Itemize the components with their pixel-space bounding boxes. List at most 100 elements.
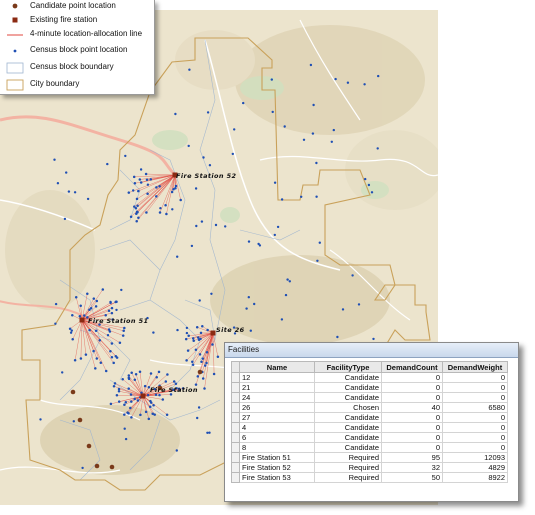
census-point[interactable] [95, 299, 99, 303]
census-point[interactable] [110, 311, 114, 315]
cell-demand-count[interactable]: 32 [381, 462, 443, 473]
census-point[interactable] [312, 103, 315, 107]
row-selector[interactable] [231, 402, 240, 413]
census-point[interactable] [346, 81, 350, 84]
census-point[interactable] [124, 401, 128, 404]
census-point[interactable] [198, 299, 201, 302]
census-point[interactable] [121, 377, 124, 381]
census-point[interactable] [139, 181, 143, 184]
census-point[interactable] [130, 371, 133, 375]
census-point[interactable] [334, 77, 337, 81]
census-point[interactable] [187, 144, 190, 148]
census-point[interactable] [84, 353, 88, 356]
census-point[interactable] [199, 331, 203, 335]
census-point[interactable] [171, 208, 174, 211]
census-point[interactable] [127, 412, 130, 415]
cell-demand-count[interactable]: 0 [381, 372, 443, 383]
census-point[interactable] [133, 182, 137, 185]
facilities-window[interactable]: Facilities Name FacilityType DemandCount… [224, 342, 519, 502]
census-point[interactable] [273, 233, 276, 237]
census-point[interactable] [144, 172, 148, 176]
census-point[interactable] [164, 380, 168, 383]
census-point[interactable] [341, 308, 345, 311]
cell-name[interactable]: 27 [239, 412, 315, 423]
census-point[interactable] [94, 329, 98, 333]
census-point[interactable] [155, 375, 158, 379]
row-selector[interactable] [231, 472, 240, 483]
census-point[interactable] [332, 128, 335, 132]
census-point[interactable] [107, 309, 111, 313]
census-point[interactable] [201, 325, 204, 328]
census-point[interactable] [61, 371, 64, 374]
census-point[interactable] [72, 420, 76, 423]
census-point[interactable] [206, 431, 209, 434]
census-point[interactable] [174, 112, 177, 116]
row-selector[interactable] [231, 422, 240, 433]
census-point[interactable] [376, 147, 379, 150]
census-point[interactable] [74, 295, 78, 299]
row-selector[interactable] [231, 452, 240, 463]
cell-demand-weight[interactable]: 0 [442, 412, 508, 423]
cell-demand-count[interactable]: 0 [381, 392, 443, 403]
census-point[interactable] [194, 348, 198, 352]
table-row[interactable]: 4 Candidate 0 0 [231, 422, 508, 433]
census-point[interactable] [165, 212, 168, 216]
census-point[interactable] [152, 331, 155, 334]
census-point[interactable] [270, 78, 273, 81]
census-point[interactable] [132, 189, 135, 192]
census-point[interactable] [86, 197, 90, 201]
census-point[interactable] [63, 217, 67, 221]
census-point[interactable] [185, 359, 188, 362]
census-point[interactable] [158, 211, 162, 214]
cell-name[interactable]: Fire Station 53 [239, 472, 315, 483]
table-row[interactable]: Fire Station 51 Required 95 12093 [231, 452, 508, 463]
census-point[interactable] [205, 351, 209, 354]
census-point[interactable] [176, 255, 179, 258]
census-point[interactable] [137, 216, 140, 219]
census-point[interactable] [71, 337, 74, 341]
census-point[interactable] [139, 168, 143, 171]
census-point[interactable] [191, 363, 195, 366]
cell-facility-type[interactable]: Required [314, 462, 382, 473]
cell-facility-type[interactable]: Candidate [314, 382, 382, 393]
census-point[interactable] [115, 308, 118, 312]
census-point[interactable] [206, 328, 209, 332]
census-point[interactable] [315, 195, 318, 198]
census-point[interactable] [191, 360, 194, 363]
census-point[interactable] [99, 361, 103, 364]
census-point[interactable] [123, 413, 126, 416]
census-point[interactable] [146, 183, 150, 186]
census-point[interactable] [196, 375, 200, 378]
row-selector-header[interactable] [231, 361, 240, 373]
census-point[interactable] [187, 334, 190, 338]
census-point[interactable] [330, 140, 333, 143]
census-point[interactable] [134, 373, 138, 376]
census-point[interactable] [113, 382, 117, 385]
census-point[interactable] [233, 128, 236, 131]
census-point[interactable] [95, 357, 99, 360]
census-point[interactable] [155, 195, 158, 198]
census-point[interactable] [67, 190, 71, 193]
table-row[interactable]: 12 Candidate 0 0 [231, 372, 508, 383]
cell-demand-weight[interactable]: 6580 [442, 402, 508, 413]
census-point[interactable] [185, 331, 189, 335]
census-point[interactable] [165, 413, 169, 416]
census-point[interactable] [110, 342, 114, 345]
row-selector[interactable] [231, 382, 240, 393]
census-point[interactable] [88, 328, 91, 332]
candidate-point[interactable] [70, 389, 76, 395]
census-point[interactable] [194, 187, 198, 190]
census-point[interactable] [149, 401, 153, 404]
census-point[interactable] [106, 334, 110, 337]
census-point[interactable] [200, 220, 204, 223]
census-point[interactable] [336, 335, 339, 339]
census-point[interactable] [174, 184, 178, 188]
census-point[interactable] [129, 215, 133, 218]
census-point[interactable] [108, 330, 112, 333]
census-point[interactable] [363, 83, 366, 86]
census-point[interactable] [300, 195, 303, 198]
census-point[interactable] [148, 405, 152, 409]
cell-name[interactable]: 8 [239, 442, 315, 453]
cell-facility-type[interactable]: Candidate [314, 442, 382, 453]
table-row[interactable]: 21 Candidate 0 0 [231, 382, 508, 393]
